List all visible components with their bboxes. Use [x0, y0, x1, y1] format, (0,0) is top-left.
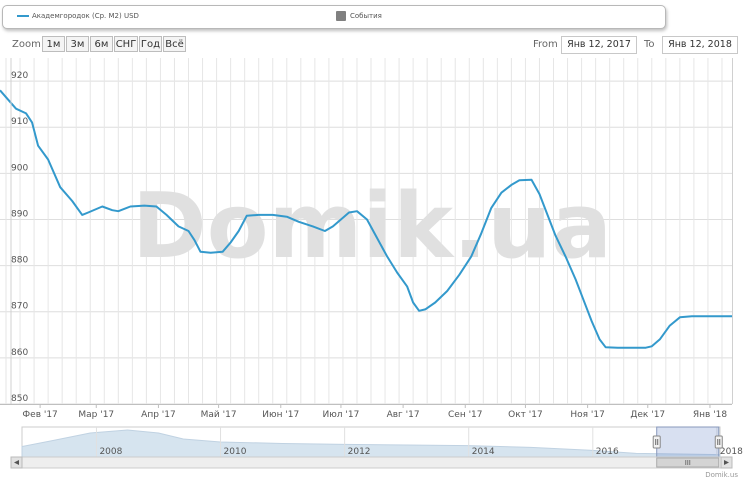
navigator-selection[interactable] — [656, 426, 720, 458]
y-tick-label: 860 — [11, 348, 28, 358]
navigator-year-label: 2018 — [720, 447, 743, 457]
navigator-year-label: 2008 — [99, 447, 122, 457]
x-tick-label: Фев '17 — [22, 410, 57, 420]
navigator-year-label: 2010 — [224, 447, 247, 457]
x-tick-label: Авг '17 — [387, 410, 420, 420]
navigator-year-label: 2012 — [348, 447, 371, 457]
navigator-year-label: 2016 — [596, 447, 619, 457]
navigator-handle-left[interactable] — [652, 435, 661, 449]
y-tick-label: 850 — [11, 394, 28, 404]
x-tick-label: Дек '17 — [630, 410, 665, 420]
scrollbar-track[interactable] — [10, 456, 733, 469]
navigator[interactable]: 2008 2010 2012 2014 2016 2018 — [10, 426, 743, 469]
y-tick-label: 880 — [11, 256, 28, 266]
y-tick-label: 900 — [11, 163, 28, 173]
x-tick-label: Окт '17 — [508, 410, 543, 420]
credits-link[interactable]: Domik.us — [705, 471, 738, 479]
x-tick-label: Мар '17 — [78, 410, 114, 420]
navigator-handle-right[interactable] — [714, 435, 723, 449]
y-tick-label: 890 — [11, 209, 28, 219]
y-tick-label: 910 — [11, 117, 28, 127]
x-tick-label: Сен '17 — [448, 410, 483, 420]
x-tick-label: Июн '17 — [262, 410, 299, 420]
x-tick-label: Апр '17 — [141, 410, 176, 420]
x-tick-label: Май '17 — [201, 410, 237, 420]
x-tick-label: Янв '18 — [693, 410, 728, 420]
price-chart: Domik.ua 850 860 870 880 890 900 910 920 Фев '17… — [0, 58, 743, 479]
x-tick-label: Ноя '17 — [570, 410, 604, 420]
navigator-year-label: 2014 — [472, 447, 495, 457]
watermark: Domik.ua — [132, 174, 612, 279]
y-tick-label: 920 — [11, 71, 28, 81]
y-tick-label: 870 — [11, 302, 28, 312]
x-tick-label: Июл '17 — [323, 410, 360, 420]
